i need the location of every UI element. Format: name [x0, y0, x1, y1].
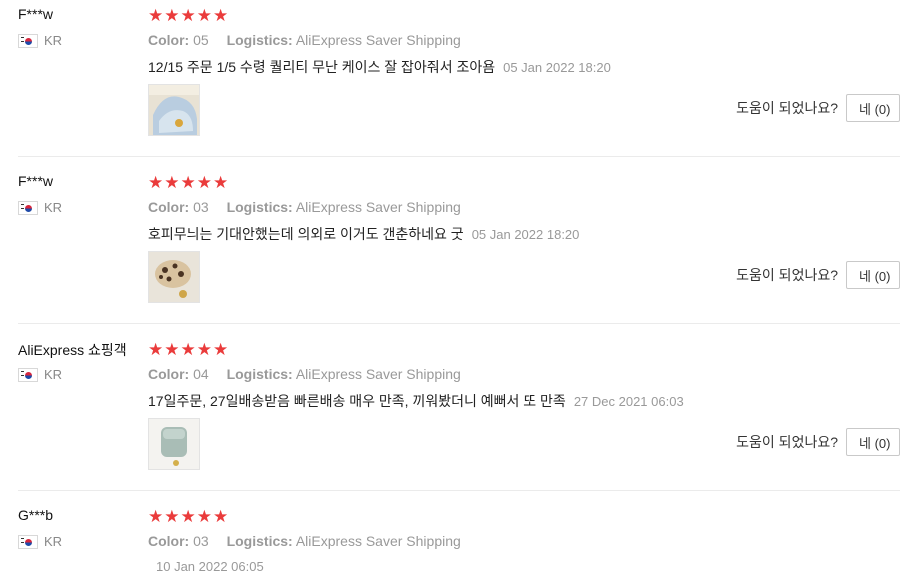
reviewer-name: AliExpress 쇼핑객: [18, 342, 127, 358]
reviewer-name: F***w: [18, 173, 54, 189]
review-separator: [18, 323, 900, 324]
reviewer-name: F***w: [18, 6, 54, 22]
logistics-value: AliExpress Saver Shipping: [295, 533, 461, 549]
review-item: F***w KR ★★★★★ Color: 05 Logistics: AliE…: [0, 0, 900, 167]
reviewer-country: KR: [18, 200, 62, 215]
logistics-key: Logistics:: [226, 32, 293, 48]
korea-flag-icon: [18, 367, 38, 382]
korea-flag-icon: [18, 534, 38, 549]
color-value: 05: [193, 32, 209, 48]
review-text-row: 호피무늬는 기대안했는데 의외로 이거도 갠춘하네요 굿 05 Jan 2022 …: [148, 224, 579, 244]
review-text: 호피무늬는 기대안했는데 의외로 이거도 갠춘하네요 굿: [148, 226, 464, 242]
review-separator: [18, 490, 900, 491]
color-key: Color:: [148, 32, 190, 48]
review-photo-thumbnail[interactable]: [148, 251, 200, 303]
helpful-yes-button[interactable]: 네 (0): [846, 261, 900, 289]
logistics-key: Logistics:: [226, 533, 293, 549]
helpful-row: 도움이 되었나요? 네 (0): [736, 261, 900, 289]
logistics-key: Logistics:: [226, 366, 293, 382]
review-photo-thumbnail[interactable]: [148, 84, 200, 136]
star-rating: ★★★★★: [148, 6, 230, 26]
reviewer-country: KR: [18, 33, 62, 48]
review-date: 05 Jan 2022 18:20: [503, 60, 611, 75]
country-code: KR: [44, 367, 63, 382]
review-separator: [18, 156, 900, 157]
review-date: 05 Jan 2022 18:20: [471, 227, 580, 242]
logistics-key: Logistics:: [226, 199, 293, 215]
logistics-value: AliExpress Saver Shipping: [295, 199, 461, 215]
star-rating: ★★★★★: [148, 173, 230, 193]
helpful-yes-button[interactable]: 네 (0): [846, 94, 900, 122]
review-attributes: Color: 05 Logistics: AliExpress Saver Sh…: [148, 32, 475, 48]
reviewer-country: KR: [18, 367, 62, 382]
star-rating: ★★★★★: [148, 507, 230, 527]
review-attributes: Color: 03 Logistics: AliExpress Saver Sh…: [148, 199, 475, 215]
country-code: KR: [44, 200, 63, 215]
star-rating: ★★★★★: [148, 340, 230, 360]
review-item: F***w KR ★★★★★ Color: 03 Logistics: AliE…: [0, 167, 900, 334]
helpful-row: 도움이 되었나요? 네 (0): [736, 428, 900, 456]
color-value: 03: [193, 199, 209, 215]
review-text: 17일주문, 27일배송받음 빠른배송 매우 만족, 끼워봤더니 예뻐서 또 만…: [148, 393, 566, 409]
helpful-question: 도움이 되었나요?: [736, 267, 838, 283]
review-date: 10 Jan 2022 06:05: [156, 559, 264, 574]
review-photo-thumbnail[interactable]: [148, 418, 200, 470]
reviewer-country: KR: [18, 534, 62, 549]
review-attributes: Color: 03 Logistics: AliExpress Saver Sh…: [148, 533, 475, 549]
review-text-row: 10 Jan 2022 06:05: [148, 558, 264, 574]
country-code: KR: [44, 534, 63, 549]
review-text-row: 17일주문, 27일배송받음 빠른배송 매우 만족, 끼워봤더니 예뻐서 또 만…: [148, 391, 684, 411]
logistics-value: AliExpress Saver Shipping: [295, 366, 461, 382]
color-value: 03: [193, 533, 209, 549]
helpful-question: 도움이 되었나요?: [736, 434, 838, 450]
review-text-row: 12/15 주문 1/5 수령 퀄리티 무난 케이스 잘 잡아줘서 조아욤 05 …: [148, 57, 611, 77]
korea-flag-icon: [18, 200, 38, 215]
color-key: Color:: [148, 533, 190, 549]
review-item: AliExpress 쇼핑객 KR ★★★★★ Color: 04 Logist…: [0, 334, 900, 501]
helpful-row: 도움이 되었나요? 네 (0): [736, 94, 900, 122]
reviewer-name: G***b: [18, 507, 54, 523]
korea-flag-icon: [18, 33, 38, 48]
color-key: Color:: [148, 366, 190, 382]
review-item: G***b KR ★★★★★ Color: 03 Logistics: AliE…: [0, 501, 900, 574]
helpful-question: 도움이 되었나요?: [736, 100, 838, 116]
logistics-value: AliExpress Saver Shipping: [295, 32, 461, 48]
review-text: 12/15 주문 1/5 수령 퀄리티 무난 케이스 잘 잡아줘서 조아욤: [148, 59, 496, 75]
color-value: 04: [193, 366, 209, 382]
country-code: KR: [44, 33, 63, 48]
color-key: Color:: [148, 199, 190, 215]
review-attributes: Color: 04 Logistics: AliExpress Saver Sh…: [148, 366, 475, 382]
helpful-yes-button[interactable]: 네 (0): [846, 428, 900, 456]
review-date: 27 Dec 2021 06:03: [573, 394, 684, 409]
